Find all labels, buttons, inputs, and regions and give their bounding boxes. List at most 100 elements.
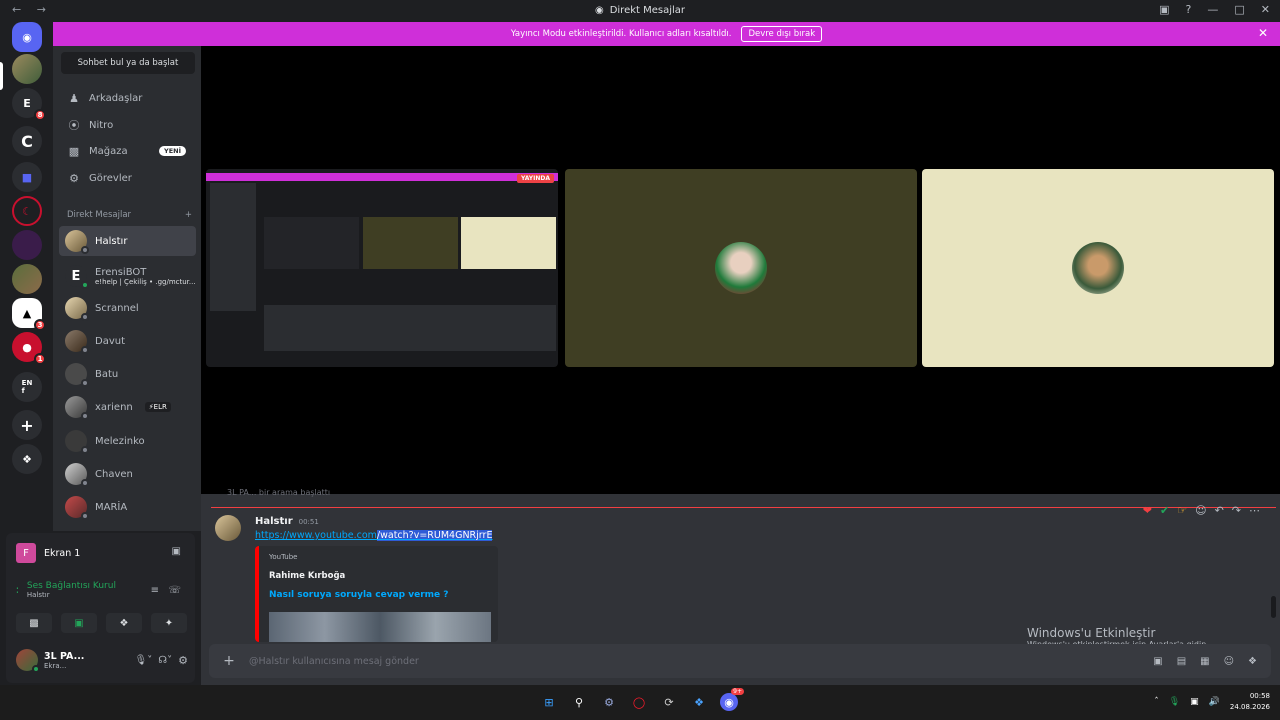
create-dm-icon[interactable]: + <box>185 210 192 220</box>
participant-tile[interactable] <box>922 169 1274 367</box>
server-8[interactable]: ● 1 <box>12 332 46 365</box>
chevron-up-icon[interactable]: ˆ <box>1154 697 1159 707</box>
maximize-button[interactable]: □ <box>1234 3 1244 16</box>
search-icon[interactable]: ⚲ <box>570 693 588 711</box>
point-reaction-icon[interactable]: ☞ <box>1177 504 1187 517</box>
scrollbar[interactable] <box>1271 596 1276 618</box>
dm-item[interactable]: Scrannel <box>59 293 196 323</box>
nav-quests[interactable]: ⚙ Görevler <box>59 166 196 190</box>
more-icon[interactable]: ⋯ <box>1249 504 1260 517</box>
video-thumbnail[interactable] <box>269 612 491 642</box>
gif-icon[interactable]: ▤ <box>1177 656 1186 667</box>
close-button[interactable]: ✕ <box>1261 3 1270 16</box>
embed-title[interactable]: Nasıl soruya soruyla cevap verme ? <box>269 590 448 600</box>
avatar <box>65 363 89 387</box>
dm-item[interactable]: Melezinko <box>59 426 196 456</box>
taskbar: ⊞ ⚲ ⚙ ◯ ⟳ ❖ ◉ 9+ ˆ 🎙 ▣ 🔊 00:58 24.08.2026 <box>0 685 1280 720</box>
current-user[interactable]: 3L PA... Ekra... 🎙˅ ☊˅ ⚙ <box>16 649 188 673</box>
check-reaction-icon[interactable]: ✔ <box>1160 504 1169 517</box>
dm-item[interactable]: Davut <box>59 326 196 356</box>
inbox-icon[interactable]: ▣ <box>1159 3 1169 16</box>
nav-shop[interactable]: ▩ Mağaza YENİ <box>59 139 196 163</box>
forward-icon[interactable]: ↷ <box>1232 504 1241 517</box>
microphone-tray-icon[interactable]: 🎙 <box>1169 697 1180 707</box>
opera-gx-icon[interactable]: ⟳ <box>660 693 678 711</box>
noise-icon[interactable]: ≡ <box>151 585 159 596</box>
add-server-icon[interactable]: + <box>12 410 42 440</box>
message-header: Halstır 00:51 <box>255 516 319 527</box>
nav-arrows[interactable]: ← → <box>12 3 52 16</box>
activities-button[interactable]: ❖ <box>106 613 142 633</box>
discord-taskbar-icon[interactable]: ◉ 9+ <box>720 688 744 711</box>
dm-header-label: Direkt Mesajlar <box>67 210 132 220</box>
folder-icon[interactable]: ■ <box>12 162 42 192</box>
emoji-icon[interactable]: ☺ <box>1224 656 1234 667</box>
search-input[interactable]: Sohbet bul ya da başlat <box>61 52 195 74</box>
server-6[interactable] <box>12 264 42 294</box>
start-windows-icon[interactable]: ⊞ <box>540 693 558 711</box>
network-icon[interactable]: ▣ <box>1190 697 1199 707</box>
title-bar: ← → ◉ Direkt Mesajlar ▣ ? — □ ✕ <box>0 0 1280 21</box>
server-2[interactable]: E8 <box>12 88 46 121</box>
headphones-icon[interactable]: ☊˅ <box>158 655 172 666</box>
nav-friends[interactable]: ♟ Arkadaşlar <box>59 86 196 110</box>
embed-author[interactable]: Rahime Kırboğa <box>269 571 345 581</box>
user-text: 3L PA... Ekra... <box>44 651 96 670</box>
dm-item[interactable]: xarienn ⚡ELR <box>59 392 196 422</box>
server-3[interactable]: C <box>12 126 42 156</box>
server-7[interactable]: ▲ 3 <box>12 298 46 331</box>
dm-sidebar: Sohbet bul ya da başlat ♟ Arkadaşlar ⦿ N… <box>53 46 201 531</box>
server-folder[interactable]: EN f <box>12 372 42 402</box>
steam-icon[interactable]: ⚙ <box>600 693 618 711</box>
apps-icon[interactable]: ❖ <box>1248 656 1257 667</box>
gift-icon[interactable]: ▣ <box>1153 656 1162 667</box>
clock[interactable]: 00:58 24.08.2026 <box>1230 691 1270 713</box>
microphone-icon[interactable]: 🎙˅ <box>135 655 153 666</box>
settings-gear-icon[interactable]: ⚙ <box>178 654 188 667</box>
opera-icon[interactable]: ◯ <box>630 693 648 711</box>
home-button[interactable]: ◉ <box>12 22 42 52</box>
screen-share-button[interactable]: ▣ <box>61 613 97 633</box>
message-avatar[interactable] <box>215 515 241 541</box>
server-crescent-icon[interactable]: ☾ <box>12 196 42 226</box>
nav-nitro[interactable]: ⦿ Nitro <box>59 113 196 137</box>
dm-activity: e!help | Çekiliş • .gg/mctur... <box>95 277 196 286</box>
message-time: 00:51 <box>298 518 319 526</box>
link-plain[interactable]: https://www.youtube.com <box>255 530 377 541</box>
server-avatar-1[interactable] <box>12 54 42 84</box>
message-link[interactable]: https://www.youtube.com/watch?v=RUM4GNRj… <box>255 530 493 541</box>
app-icon[interactable]: ❖ <box>690 693 708 711</box>
add-reaction-icon[interactable]: ☺ <box>1195 504 1206 517</box>
stream-preview[interactable]: F Ekran 1 <box>16 543 80 563</box>
minimize-button[interactable]: — <box>1207 3 1218 16</box>
participant-avatar <box>715 242 767 294</box>
bot-avatar: E <box>65 265 89 289</box>
dm-item[interactable]: Chaven <box>59 459 196 489</box>
reply-icon[interactable]: ↶ <box>1215 504 1224 517</box>
dm-item[interactable]: Halstır <box>59 226 196 256</box>
dm-item[interactable]: MARİA <box>59 492 196 522</box>
disable-streamer-mode-button[interactable]: Devre dışı bırak <box>741 26 823 42</box>
sticker-icon[interactable]: ▦ <box>1200 656 1209 667</box>
system-tray: ˆ 🎙 ▣ 🔊 00:58 24.08.2026 <box>1154 691 1270 713</box>
heart-reaction-icon[interactable]: ❤ <box>1143 504 1152 517</box>
screen-share-tile[interactable]: YAYINDA <box>206 169 558 367</box>
participant-tile[interactable] <box>565 169 917 367</box>
volume-icon[interactable]: 🔊 <box>1209 697 1220 707</box>
attach-plus-icon[interactable]: + <box>209 653 249 669</box>
link-selected[interactable]: /watch?v=RUM4GNRjrrE <box>376 530 493 541</box>
help-icon[interactable]: ? <box>1186 3 1192 16</box>
dm-item[interactable]: E ErensiBOT e!help | Çekiliş • .gg/mctur… <box>59 260 196 292</box>
avatar <box>65 230 89 254</box>
server-5[interactable] <box>12 230 42 260</box>
disconnect-icon[interactable]: ☏ <box>168 585 181 596</box>
dm-item[interactable]: Batu <box>59 359 196 389</box>
stop-stream-icon[interactable]: ▣ <box>172 546 181 557</box>
camera-off-button[interactable]: ▩ <box>16 613 52 633</box>
message-author[interactable]: Halstır <box>255 516 293 527</box>
soundboard-button[interactable]: ✦ <box>151 613 187 633</box>
message-input[interactable]: @Halstır kullanıcısına mesaj gönder <box>249 656 419 667</box>
discover-icon[interactable]: ❖ <box>12 444 42 474</box>
nitro-icon: ⦿ <box>68 119 80 132</box>
banner-close-icon[interactable]: ✕ <box>1258 26 1268 40</box>
